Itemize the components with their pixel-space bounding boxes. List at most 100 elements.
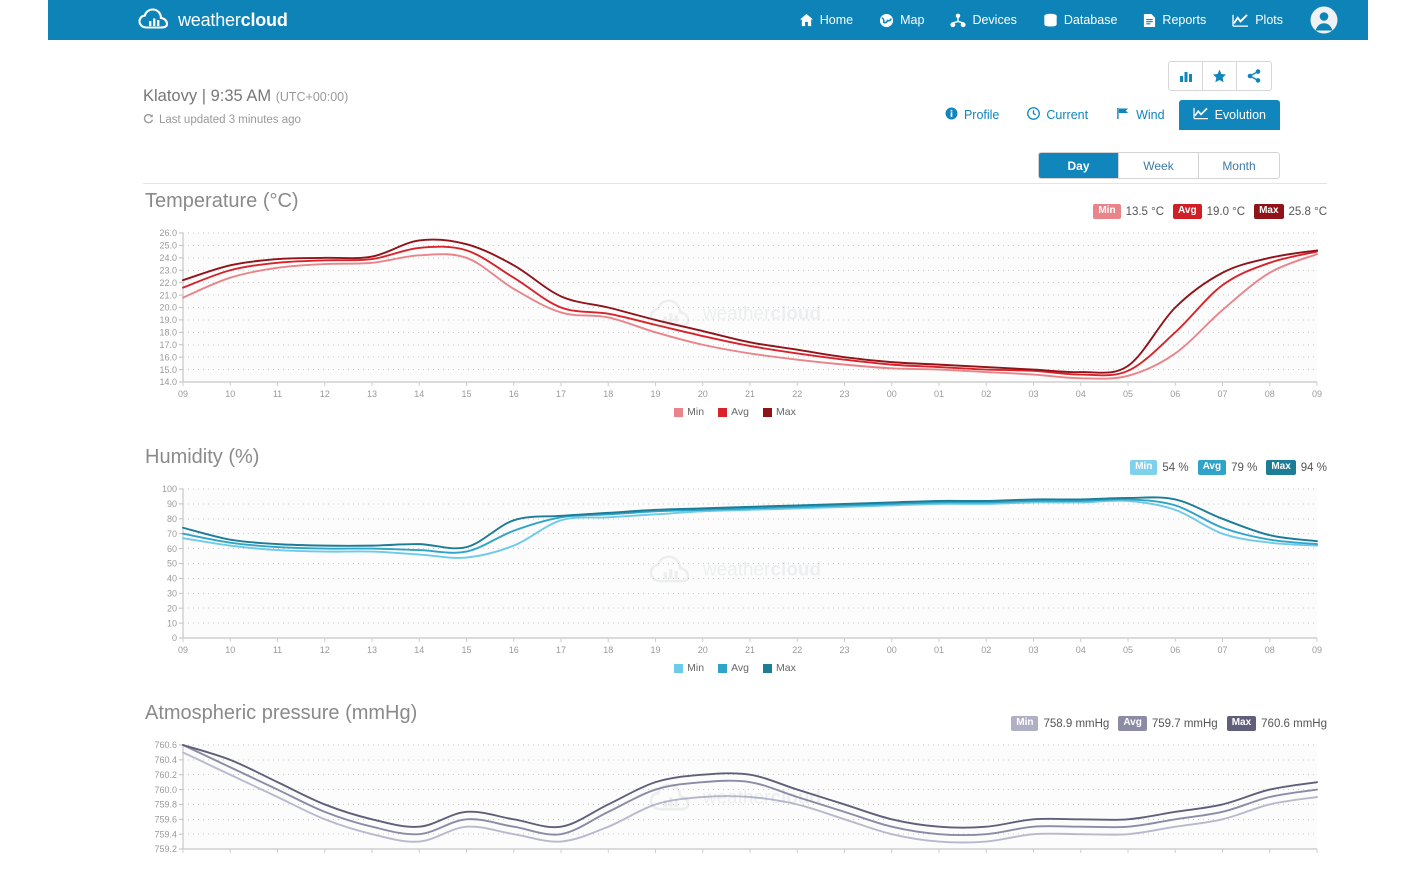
range-selector: Day Week Month — [1038, 152, 1280, 179]
badge-value: 13.5 °C — [1125, 205, 1165, 218]
range-day-button[interactable]: Day — [1039, 153, 1119, 178]
nav-item-plots[interactable]: Plots — [1219, 0, 1296, 40]
view-tabs: Profile Current Wind Evolution — [931, 100, 1280, 130]
tab-label: Evolution — [1214, 108, 1266, 122]
status-badge: Max 25.8 °C — [1254, 204, 1327, 219]
svg-text:760.4: 760.4 — [154, 755, 177, 765]
nav-label: Devices — [972, 13, 1017, 27]
svg-text:60: 60 — [167, 544, 177, 554]
badge-tag: Min — [1011, 716, 1039, 731]
svg-text:01: 01 — [934, 389, 944, 399]
svg-text:0: 0 — [172, 633, 177, 643]
legend-item-min: Min — [674, 406, 704, 418]
badge-tag: Min — [1093, 204, 1121, 219]
tab-profile[interactable]: Profile — [931, 100, 1013, 130]
svg-text:26.0: 26.0 — [159, 228, 177, 238]
svg-text:16: 16 — [509, 389, 519, 399]
svg-text:19.0: 19.0 — [159, 315, 177, 325]
svg-text:23: 23 — [839, 389, 849, 399]
devices-icon — [950, 13, 967, 28]
svg-text:20: 20 — [698, 645, 708, 655]
section-temperature: Temperature (°C) Min 13.5 °C Avg 19.0 °C… — [143, 190, 1327, 418]
badge-tag: Avg — [1173, 204, 1202, 219]
legend-label: Avg — [731, 406, 749, 418]
tab-label: Current — [1046, 108, 1089, 122]
badge-value: 19.0 °C — [1206, 205, 1246, 218]
status-badge: Max 94 % — [1266, 460, 1327, 475]
nav-item-reports[interactable]: Reports — [1130, 0, 1219, 40]
header-divider — [143, 183, 1327, 184]
share-icon[interactable] — [1237, 62, 1271, 90]
tab-label: Profile — [963, 108, 1000, 122]
svg-text:23.0: 23.0 — [159, 265, 177, 275]
legend-item-max: Max — [762, 406, 796, 418]
svg-text:70: 70 — [167, 529, 177, 539]
brand-logo-link[interactable]: weathercloud — [138, 8, 288, 32]
clock-icon — [1027, 107, 1041, 123]
nav-item-map[interactable]: Map — [866, 0, 937, 40]
legend-label: Max — [775, 662, 796, 674]
section-humidity: Humidity (%) Min 54 % Avg 79 % Max 94 % … — [143, 446, 1327, 674]
line-chart-icon — [1232, 13, 1249, 28]
nav-label: Home — [819, 13, 854, 27]
badge-value: 79 % — [1231, 461, 1258, 474]
action-icon-group — [1168, 61, 1272, 91]
page-title: Klatovy | 9:35 AM (UTC+00:00) — [143, 87, 348, 106]
svg-text:11: 11 — [273, 645, 282, 655]
bar-chart-icon[interactable] — [1169, 62, 1203, 90]
legend-swatch — [762, 407, 772, 417]
badge-tag: Avg — [1197, 460, 1227, 475]
legend-swatch — [718, 663, 728, 673]
section-pressure: Atmospheric pressure (mmHg) Min 758.9 mm… — [143, 702, 1327, 869]
legend-temperature: Min Avg Max — [143, 406, 1327, 418]
legend-swatch — [718, 407, 728, 417]
star-icon[interactable] — [1203, 62, 1237, 90]
svg-text:20: 20 — [167, 603, 177, 613]
svg-text:759.2: 759.2 — [154, 844, 177, 854]
badge-value: 54 % — [1162, 461, 1189, 474]
svg-text:08: 08 — [1265, 389, 1275, 399]
status-badge: Avg 79 % — [1197, 460, 1258, 475]
svg-text:14.0: 14.0 — [159, 377, 177, 387]
globe-icon — [879, 13, 894, 28]
badge-value: 25.8 °C — [1288, 205, 1327, 218]
document-icon — [1143, 13, 1156, 28]
last-updated: Last updated 3 minutes ago — [143, 113, 348, 127]
chart-pressure[interactable]: 759.2 759.4 759.6 759.8 760.0 760.2 760.4 760.6… — [143, 739, 1327, 869]
range-month-button[interactable]: Month — [1199, 153, 1279, 178]
tab-wind[interactable]: Wind — [1102, 100, 1178, 130]
nav-item-database[interactable]: Database — [1030, 0, 1131, 40]
svg-text:19: 19 — [650, 389, 660, 399]
svg-text:17: 17 — [556, 389, 566, 399]
nav-item-home[interactable]: Home — [786, 0, 866, 40]
legend-humidity: Min Avg Max — [143, 662, 1327, 674]
legend-label: Avg — [731, 662, 749, 674]
svg-text:13: 13 — [367, 389, 377, 399]
station-header: Klatovy | 9:35 AM (UTC+00:00) Last updat… — [143, 87, 348, 127]
chart-temperature[interactable]: 14.0 15.0 16.0 17.0 18.0 19.0 20.0 21.0 22.0 23.0… — [143, 227, 1327, 402]
nav-item-devices[interactable]: Devices — [937, 0, 1029, 40]
tab-evolution[interactable]: Evolution — [1178, 100, 1280, 130]
chart-humidity[interactable]: 0 10 20 30 40 50 60 70 80 90 100 09 10 11 12 13 14 15 16 17… — [143, 483, 1327, 658]
brand-name: weathercloud — [178, 9, 288, 30]
svg-text:50: 50 — [167, 559, 177, 569]
badge-value: 94 % — [1300, 461, 1327, 474]
user-avatar-icon[interactable] — [1296, 6, 1348, 34]
nav-label: Map — [900, 13, 925, 27]
status-badge: Avg 759.7 mmHg — [1118, 716, 1218, 731]
tab-current[interactable]: Current — [1013, 100, 1102, 130]
svg-text:07: 07 — [1217, 645, 1227, 655]
svg-text:22: 22 — [792, 389, 802, 399]
badge-tag: Max — [1226, 716, 1257, 731]
svg-text:23: 23 — [839, 645, 849, 655]
nav-items: Home Map Devices Database Reports Plots — [786, 0, 1368, 40]
svg-text:21.0: 21.0 — [159, 290, 177, 300]
legend-label: Min — [687, 406, 705, 418]
legend-label: Min — [687, 662, 705, 674]
svg-text:16: 16 — [509, 645, 519, 655]
svg-text:100: 100 — [162, 484, 177, 494]
cloud-chart-icon — [138, 8, 172, 32]
svg-text:759.4: 759.4 — [154, 829, 177, 839]
range-week-button[interactable]: Week — [1119, 153, 1199, 178]
tab-label: Wind — [1136, 108, 1165, 122]
